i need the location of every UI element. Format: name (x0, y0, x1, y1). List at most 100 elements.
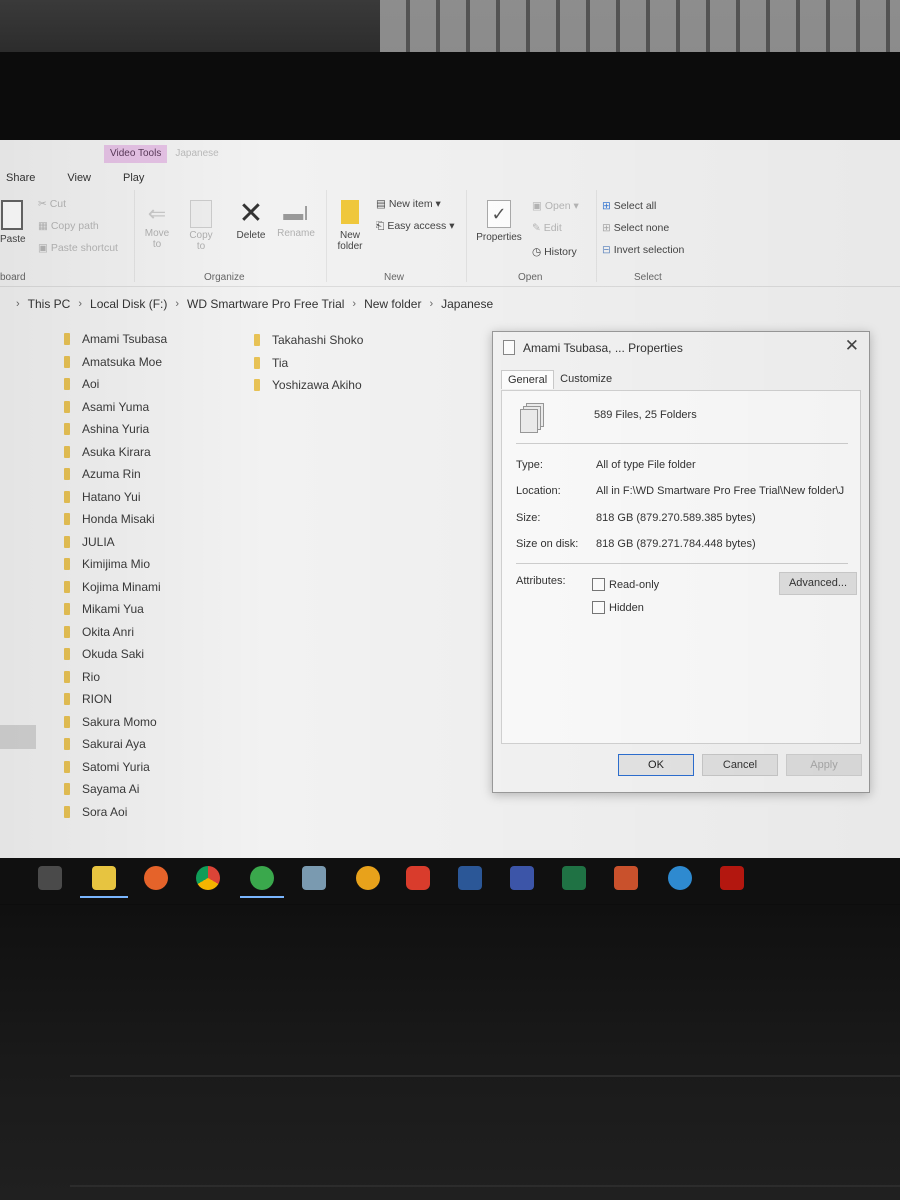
download-manager-icon[interactable] (250, 866, 274, 890)
folder-icon (64, 648, 70, 661)
breadcrumb-japanese[interactable]: Japanese (441, 297, 493, 311)
list-item[interactable]: Yoshizawa Akiho (254, 374, 363, 397)
media-icon[interactable] (302, 866, 326, 890)
tab-view[interactable]: View (67, 170, 105, 186)
word-icon[interactable] (458, 866, 482, 890)
video-tools-tab[interactable]: Video Tools (104, 145, 168, 163)
delete-button[interactable]: ✕ Delete (232, 197, 270, 242)
visio-icon[interactable] (510, 866, 534, 890)
rename-button[interactable]: ▬I Rename (274, 200, 318, 239)
excel-icon[interactable] (562, 866, 586, 890)
powerpoint-icon[interactable] (614, 866, 638, 890)
invert-selection-button[interactable]: ⊟ Invert selection (602, 244, 684, 256)
breadcrumb-wd-smartware[interactable]: WD Smartware Pro Free Trial (187, 297, 344, 311)
advanced-button[interactable]: Advanced... (779, 572, 857, 595)
select-group-label: Select (634, 272, 662, 283)
apply-button[interactable]: Apply (786, 754, 862, 776)
app-icon[interactable] (406, 866, 430, 890)
list-item[interactable]: Sakura Momo (64, 711, 167, 734)
list-item[interactable]: Sayama Ai (64, 778, 167, 801)
size-on-disk-row: Size on disk: 818 GB (879.271.784.448 by… (516, 538, 756, 550)
list-item[interactable]: Honda Misaki (64, 508, 167, 531)
edit-icon: ✎ (532, 222, 544, 234)
clipboard-icon (1, 200, 23, 230)
move-to-button[interactable]: ⇐ Move to (140, 200, 174, 250)
select-none-button[interactable]: ⊞ Select none (602, 222, 669, 234)
list-item[interactable]: Rio (64, 666, 167, 689)
breadcrumb-local-disk[interactable]: Local Disk (F:) (90, 297, 167, 311)
copy-to-icon (190, 200, 212, 228)
invert-selection-icon: ⊟ (602, 244, 614, 256)
folder-icon (64, 445, 70, 458)
list-item[interactable]: Asami Yuma (64, 396, 167, 419)
tab-play[interactable]: Play (123, 170, 158, 186)
read-only-checkbox[interactable]: Read-only (592, 578, 659, 591)
taskbar (0, 858, 900, 904)
vlc-like-icon[interactable] (356, 866, 380, 890)
edit-button[interactable]: ✎ Edit (532, 222, 562, 234)
ok-button[interactable]: OK (618, 754, 694, 776)
list-item[interactable]: Amami Tsubasa (64, 328, 167, 351)
cancel-button[interactable]: Cancel (702, 754, 778, 776)
folder-list-column-2: Takahashi Shoko Tia Yoshizawa Akiho (254, 329, 363, 397)
folder-icon (64, 783, 70, 796)
chrome-icon[interactable] (196, 866, 220, 890)
list-item[interactable]: RION (64, 688, 167, 711)
list-item[interactable]: Okita Anri (64, 621, 167, 644)
history-button[interactable]: ◷ History (532, 246, 577, 258)
breadcrumb-new-folder[interactable]: New folder (364, 297, 421, 311)
list-item[interactable]: Azuma Rin (64, 463, 167, 486)
properties-button[interactable]: ✓ Properties (472, 200, 526, 243)
folder-icon (64, 400, 70, 413)
folder-icon (64, 760, 70, 773)
nav-pane-selection[interactable] (0, 725, 36, 749)
copy-path-button[interactable]: ▦ Copy path (38, 220, 99, 232)
active-app-indicator (240, 896, 284, 898)
list-item[interactable]: Takahashi Shoko (254, 329, 363, 352)
rename-icon: ▬I (283, 203, 309, 225)
tab-customize[interactable]: Customize (554, 370, 618, 389)
new-folder-button[interactable]: New folder (332, 200, 368, 252)
copy-to-button[interactable]: Copy to (184, 200, 218, 252)
open-button[interactable]: ▣ Open ▾ (532, 200, 579, 212)
close-icon[interactable]: ✕ (845, 336, 859, 356)
select-all-button[interactable]: ⊞ Select all (602, 200, 656, 212)
hidden-checkbox[interactable]: Hidden (592, 601, 644, 614)
folder-icon (64, 535, 70, 548)
list-item[interactable]: Sora Aoi (64, 801, 167, 824)
list-item[interactable]: Tia (254, 352, 363, 375)
tab-general[interactable]: General (501, 370, 555, 389)
list-item[interactable]: Ashina Yuria (64, 418, 167, 441)
ribbon: Paste ✂ Cut ▦ Copy path ▣ Paste shortcut… (0, 190, 900, 287)
file-explorer-icon[interactable] (92, 866, 116, 890)
new-group-label: New (384, 272, 405, 283)
list-item[interactable]: JULIA (64, 531, 167, 554)
cut-button[interactable]: ✂ Cut (38, 198, 66, 210)
list-item[interactable]: Hatano Yui (64, 486, 167, 509)
easy-access-button[interactable]: ⎗ Easy access ▾ (376, 220, 454, 233)
paste-button[interactable]: Paste (0, 200, 26, 245)
list-item[interactable]: Aoi (64, 373, 167, 396)
list-item[interactable]: Kimijima Mio (64, 553, 167, 576)
paste-shortcut-icon: ▣ (38, 242, 51, 254)
file-explorer-window: Video Tools Japanese Share View Play Pas… (0, 140, 900, 858)
folder-icon (64, 378, 70, 391)
network-icon[interactable] (668, 866, 692, 890)
list-item[interactable]: Sakurai Aya (64, 733, 167, 756)
context-folder-name: Japanese (175, 148, 219, 159)
list-item[interactable]: Amatsuka Moe (64, 351, 167, 374)
open-icon: ▣ (532, 200, 545, 212)
firefox-icon[interactable] (144, 866, 168, 890)
paste-shortcut-button[interactable]: ▣ Paste shortcut (38, 242, 118, 254)
delete-x-icon: ✕ (238, 197, 264, 230)
list-item[interactable]: Mikami Yua (64, 598, 167, 621)
list-item[interactable]: Asuka Kirara (64, 441, 167, 464)
list-item[interactable]: Okuda Saki (64, 643, 167, 666)
tab-share[interactable]: Share (6, 170, 49, 186)
list-item[interactable]: Kojima Minami (64, 576, 167, 599)
breadcrumb-this-pc[interactable]: This PC (28, 297, 71, 311)
list-item[interactable]: Satomi Yuria (64, 756, 167, 779)
acrobat-icon[interactable] (720, 866, 744, 890)
store-icon[interactable] (38, 866, 62, 890)
new-item-button[interactable]: ▤ New item ▾ (376, 198, 441, 210)
